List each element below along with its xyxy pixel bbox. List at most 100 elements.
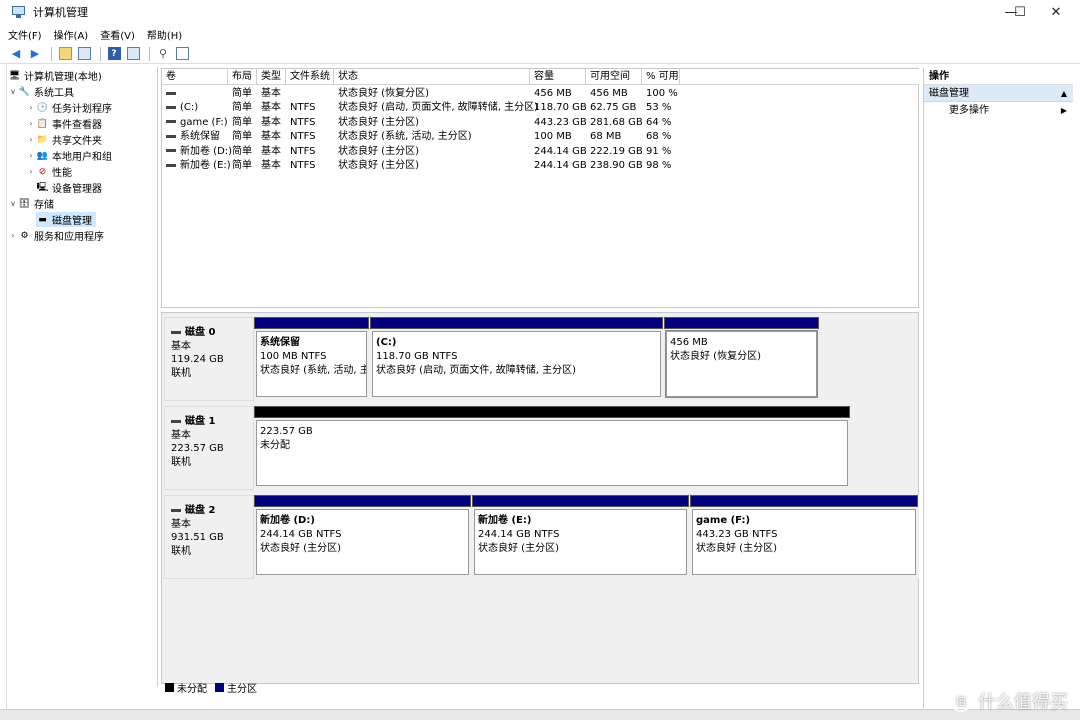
table-cell: 456 MB — [534, 88, 572, 99]
connect-icon[interactable]: ⚲ — [155, 46, 171, 62]
menu-view[interactable]: 查看(V) — [100, 27, 135, 42]
tree-item-event-viewer[interactable]: › 📋 事件查看器 — [26, 116, 102, 132]
chevron-right-icon[interactable]: › — [8, 231, 18, 240]
column-header-volume[interactable]: 卷 — [162, 69, 228, 85]
table-cell: 简单 — [232, 88, 252, 99]
tree-item-device-manager[interactable]: 🖳 设备管理器 — [36, 180, 102, 196]
watermark: 值 什么值得买 — [950, 688, 1068, 714]
watermark-badge: 值 — [950, 690, 972, 712]
column-header-free[interactable]: 可用空间 — [586, 69, 642, 85]
volume-name-cell[interactable]: 系统保留 — [162, 130, 220, 144]
tree-item-storage[interactable]: ∨ 🗄 存储 — [8, 196, 54, 212]
partition-size: 118.70 GB NTFS — [376, 351, 458, 362]
partition-system-reserved[interactable]: 系统保留 100 MB NTFS 状态良好 (系统, 活动, 主 — [254, 317, 369, 401]
column-header-type[interactable]: 类型 — [257, 69, 286, 85]
partition-body: game (F:) 443.23 GB NTFS 状态良好 (主分区) — [692, 509, 916, 575]
menu-help[interactable]: 帮助(H) — [147, 27, 182, 42]
chevron-right-icon[interactable]: › — [26, 135, 36, 144]
chevron-right-icon[interactable]: › — [26, 151, 36, 160]
volume-icon — [166, 163, 176, 167]
tree-item-local-users[interactable]: › 👥 本地用户和组 — [26, 148, 112, 164]
menu-action[interactable]: 操作(A) — [54, 27, 89, 42]
forward-arrow-icon[interactable]: ▶ — [27, 46, 43, 62]
actions-section-disk-management[interactable]: 磁盘管理 ▲ — [924, 85, 1073, 102]
volume-name-cell[interactable]: (C:) — [162, 101, 198, 115]
column-header-layout[interactable]: 布局 — [228, 69, 257, 85]
table-cell: 118.70 GB — [534, 102, 587, 114]
chevron-right-icon[interactable]: › — [26, 167, 36, 176]
volume-name-cell[interactable]: game (F:) — [162, 116, 228, 130]
chevron-down-icon[interactable]: ∨ — [8, 87, 18, 96]
partition-status: 状态良好 (恢复分区) — [670, 351, 761, 362]
partition-status: 状态良好 (主分区) — [696, 543, 777, 554]
table-cell: 状态良好 (恢复分区) — [338, 88, 429, 99]
partition-status: 状态良好 (启动, 页面文件, 故障转储, 主分区) — [376, 365, 577, 376]
table-cell: 53 % — [646, 102, 672, 114]
disk-state: 联机 — [171, 545, 191, 557]
column-header-status[interactable]: 状态 — [334, 69, 530, 85]
column-header-percent-free[interactable]: % 可用 — [642, 69, 680, 85]
watermark-text: 什么值得买 — [978, 692, 1068, 713]
volume-name-cell[interactable]: 新加卷 (D:) — [162, 145, 232, 159]
tree-item-disk-management[interactable]: ▬ 磁盘管理 — [36, 212, 96, 227]
menu-file[interactable]: 文件(F) — [8, 27, 42, 42]
view-icon[interactable] — [174, 46, 190, 62]
partition-bar — [664, 317, 819, 329]
navigation-tree: 🖥 计算机管理(本地) ∨ 🔧 系统工具 › 🕒 任务计划程序 › 📋 事件查看… — [8, 67, 158, 687]
volume-name-cell[interactable] — [162, 87, 180, 101]
partition-f[interactable]: game (F:) 443.23 GB NTFS 状态良好 (主分区) — [690, 495, 918, 579]
chevron-right-icon[interactable]: › — [26, 103, 36, 112]
volume-list: 卷 布局 类型 文件系统 状态 容量 可用空间 % 可用 简单 基本 状态良好 (恢… — [161, 68, 919, 308]
help-icon[interactable]: ? — [106, 46, 122, 62]
tree-item-services[interactable]: › ⚙ 服务和应用程序 — [8, 228, 104, 244]
disk-size: 119.24 GB — [171, 354, 224, 365]
partition-d[interactable]: 新加卷 (D:) 244.14 GB NTFS 状态良好 (主分区) — [254, 495, 471, 579]
partition-c[interactable]: (C:) 118.70 GB NTFS 状态良好 (启动, 页面文件, 故障转储… — [370, 317, 663, 401]
column-header-capacity[interactable]: 容量 — [530, 69, 586, 85]
services-icon: ⚙ — [20, 230, 29, 241]
tools-icon: 🔧 — [18, 86, 31, 97]
chevron-right-icon[interactable]: › — [26, 119, 36, 128]
toolbar-divider — [51, 46, 52, 61]
up-folder-icon[interactable] — [57, 46, 73, 62]
disk-0-partitions: 系统保留 100 MB NTFS 状态良好 (系统, 活动, 主 (C:) 11… — [254, 317, 820, 401]
tree-item-performance[interactable]: › ⊘ 性能 — [26, 164, 72, 180]
table-cell: 91 % — [646, 145, 672, 157]
disk-icon — [171, 420, 181, 424]
partition-size: 443.23 GB NTFS — [696, 529, 778, 540]
partition-e[interactable]: 新加卷 (E:) 244.14 GB NTFS 状态良好 (主分区) — [472, 495, 689, 579]
partition-bar — [690, 495, 918, 507]
partition-unallocated[interactable]: 223.57 GB 未分配 — [254, 406, 850, 490]
properties-icon[interactable] — [125, 46, 141, 62]
volume-name-cell[interactable]: 新加卷 (E:) — [162, 159, 231, 173]
partition-recovery[interactable]: 456 MB 状态良好 (恢复分区) — [664, 317, 819, 401]
toolbar-divider-3 — [149, 46, 150, 61]
tree-item-shared-folders[interactable]: › 📁 共享文件夹 — [26, 132, 102, 148]
disk-state: 联机 — [171, 367, 191, 379]
disk-0-label[interactable]: 磁盘 0 基本 119.24 GB 联机 — [164, 317, 254, 401]
partition-body: 系统保留 100 MB NTFS 状态良好 (系统, 活动, 主 — [256, 331, 367, 397]
disk-2-label[interactable]: 磁盘 2 基本 931.51 GB 联机 — [164, 495, 254, 579]
close-button[interactable]: ✕ — [1033, 0, 1079, 24]
tree-item-root[interactable]: 🖥 计算机管理(本地) — [8, 68, 102, 84]
disk-1-label[interactable]: 磁盘 1 基本 223.57 GB 联机 — [164, 406, 254, 490]
partition-bar — [254, 317, 369, 329]
device-manager-icon: 🖳 — [36, 182, 49, 193]
tree-item-system-tools[interactable]: ∨ 🔧 系统工具 — [8, 84, 74, 100]
show-hide-tree-icon[interactable] — [76, 46, 92, 62]
disk-state: 联机 — [171, 456, 191, 468]
volume-name: 新加卷 (E:) — [180, 160, 231, 171]
more-actions-item[interactable]: 更多操作 ▶ — [924, 102, 1073, 120]
table-cell: NTFS — [290, 116, 316, 128]
column-header-filesystem[interactable]: 文件系统 — [286, 69, 334, 85]
partition-body: 新加卷 (D:) 244.14 GB NTFS 状态良好 (主分区) — [256, 509, 469, 575]
table-cell: 基本 — [261, 102, 281, 114]
chevron-down-icon[interactable]: ∨ — [8, 199, 18, 208]
back-arrow-icon[interactable]: ◀ — [8, 46, 24, 62]
legend: 未分配 主分区 — [161, 680, 257, 695]
table-cell: 100 MB — [534, 131, 572, 143]
partition-status: 状态良好 (主分区) — [478, 543, 559, 554]
chevron-up-icon[interactable]: ▲ — [1061, 85, 1067, 101]
table-cell: 简单 — [232, 116, 252, 128]
tree-item-task-scheduler[interactable]: › 🕒 任务计划程序 — [26, 100, 112, 116]
